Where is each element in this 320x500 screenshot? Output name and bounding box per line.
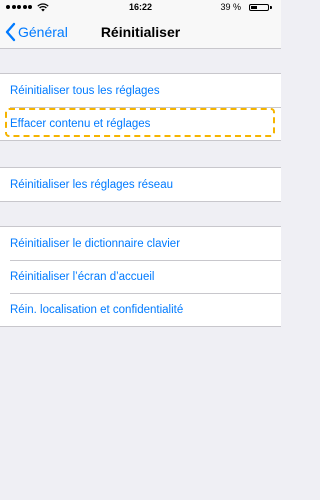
reset-network-settings-row[interactable]: Réinitialiser les réglages réseau [0,168,281,201]
battery-percent: 39 % [220,2,241,12]
battery-tip [270,6,272,9]
reset-location-privacy-row[interactable]: Réin. localisation et confidentialité [0,293,281,326]
settings-group-reset: Réinitialiser tous les réglages Effacer … [0,73,281,141]
battery-icon [249,4,269,11]
reset-home-screen-row[interactable]: Réinitialiser l’écran d’accueil [0,260,281,293]
settings-group-other: Réinitialiser le dictionnaire clavier Ré… [0,226,281,327]
settings-group-network: Réinitialiser les réglages réseau [0,167,281,202]
page-title: Réinitialiser [100,24,181,40]
erase-content-settings-row[interactable]: Effacer contenu et réglages [0,107,281,140]
navigation-bar: Général Réinitialiser [0,15,281,49]
status-bar: 16:22 39 % [0,0,281,15]
reset-keyboard-dictionary-row[interactable]: Réinitialiser le dictionnaire clavier [0,227,281,260]
reset-all-settings-row[interactable]: Réinitialiser tous les réglages [0,74,281,107]
